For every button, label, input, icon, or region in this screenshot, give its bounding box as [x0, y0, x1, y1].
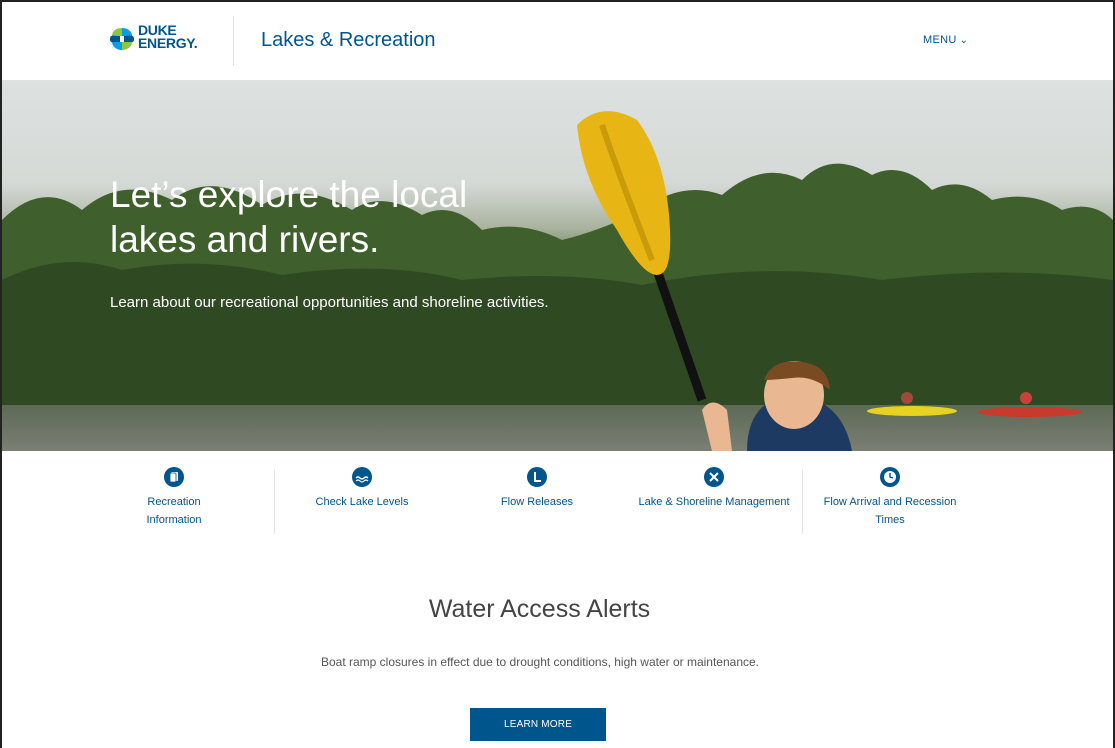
quick-link-label: Flow Releases — [500, 496, 574, 508]
hero-photo — [2, 111, 1113, 451]
quick-link-flow-arrival-recession[interactable]: Flow Arrival and Recession Times — [810, 467, 970, 529]
site-header: DUKE ENERGY. Lakes & Recreation MENU ⌄ — [2, 2, 1113, 80]
clock-icon — [880, 467, 900, 487]
logo-line-2: ENERGY. — [138, 35, 198, 51]
quick-link-label: Flow Arrival and Recession Times — [823, 496, 957, 526]
menu-button[interactable]: MENU ⌄ — [923, 34, 968, 46]
hero-heading-line-2: lakes and rivers. — [110, 219, 380, 260]
quick-link-label: Lake & Shoreline Management — [638, 496, 790, 508]
quick-links: Recreation Information Check Lake Levels… — [2, 451, 1113, 551]
flow-icon — [527, 467, 547, 487]
quick-link-check-lake-levels[interactable]: Check Lake Levels — [308, 467, 416, 511]
logo-wordmark: DUKE ENERGY. — [138, 23, 198, 51]
quick-link-label: Check Lake Levels — [315, 496, 409, 508]
book-icon — [164, 467, 184, 487]
quick-link-divider — [274, 470, 275, 534]
water-access-alerts-text: Boat ramp closures in effect due to drou… — [320, 655, 760, 669]
header-divider — [233, 16, 234, 66]
hero-heading: Let’s explore the local lakes and rivers… — [110, 172, 580, 262]
learn-more-button[interactable]: LEARN MORE — [470, 708, 606, 741]
site-title[interactable]: Lakes & Recreation — [261, 29, 436, 52]
hero-subtext: Learn about our recreational opportuniti… — [110, 294, 549, 311]
quick-link-lake-shoreline-management[interactable]: Lake & Shoreline Management — [626, 467, 802, 511]
quick-link-flow-releases[interactable]: Flow Releases — [482, 467, 592, 511]
hero-heading-line-1: Let’s explore the local — [110, 174, 468, 215]
chevron-down-icon: ⌄ — [959, 35, 969, 46]
hero-banner: Let’s explore the local lakes and rivers… — [2, 80, 1113, 451]
page-frame: DUKE ENERGY. Lakes & Recreation MENU ⌄ L… — [0, 0, 1115, 748]
water-access-alerts-title: Water Access Alerts — [428, 595, 651, 623]
quick-link-label: Recreation Information — [146, 496, 202, 526]
tools-icon — [704, 467, 724, 487]
duke-energy-logo[interactable]: DUKE ENERGY. — [108, 23, 208, 60]
duke-energy-logo-icon — [110, 28, 134, 50]
quick-link-divider — [802, 470, 803, 534]
water-icon — [352, 467, 372, 487]
menu-label: MENU — [923, 34, 957, 46]
quick-link-recreation-information[interactable]: Recreation Information — [120, 467, 228, 529]
